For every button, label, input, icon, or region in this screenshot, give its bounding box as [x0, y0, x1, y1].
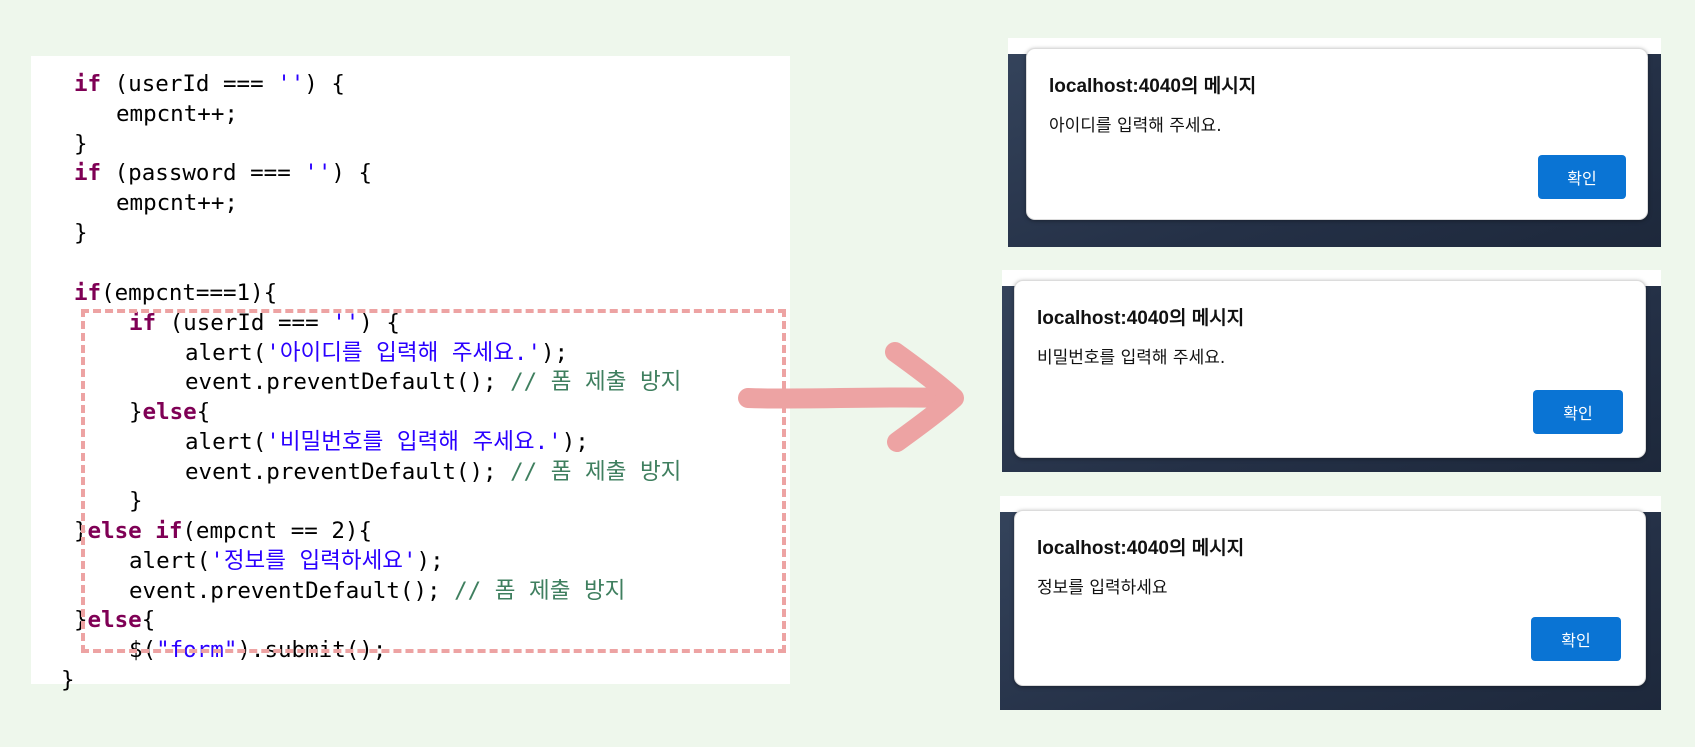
alert-dialog: localhost:4040의 메시지 비밀번호를 입력해 주세요. 확인: [1014, 280, 1646, 458]
code-line: }: [61, 665, 75, 695]
code-line: empcnt++;: [116, 188, 238, 218]
code-line: empcnt++;: [116, 99, 238, 129]
screenshot-alert-1: localhost:4040의 메시지 아이디를 입력해 주세요. 확인: [1008, 38, 1661, 247]
code-token: if: [74, 160, 102, 186]
code-token: }: [74, 220, 88, 246]
ok-button[interactable]: 확인: [1531, 617, 1621, 661]
dialog-title: localhost:4040의 메시지: [1037, 308, 1245, 329]
code-token: (userId ===: [101, 71, 278, 97]
alert-dialog: localhost:4040의 메시지 아이디를 입력해 주세요. 확인: [1026, 48, 1648, 220]
ok-button[interactable]: 확인: [1538, 155, 1626, 199]
code-token: '': [304, 160, 332, 186]
right-arrow-icon: [738, 342, 964, 452]
dialog-title: localhost:4040의 메시지: [1037, 538, 1245, 559]
code-token: if: [74, 71, 102, 97]
code-line: if (userId === '') {: [74, 69, 345, 99]
code-token: empcnt++;: [116, 101, 238, 127]
code-token: }: [61, 667, 75, 693]
dialog-title: localhost:4040의 메시지: [1049, 76, 1257, 97]
screenshot-alert-3: localhost:4040의 메시지 정보를 입력하세요 확인: [1000, 496, 1661, 710]
screenshot-alert-2: localhost:4040의 메시지 비밀번호를 입력해 주세요. 확인: [1002, 270, 1661, 472]
code-line: }: [74, 218, 88, 248]
dialog-message: 비밀번호를 입력해 주세요.: [1037, 348, 1226, 368]
code-token: (empcnt===1){: [101, 280, 278, 306]
code-line: }: [74, 129, 88, 159]
code-line: if (password === '') {: [74, 158, 372, 188]
dialog-message: 정보를 입력하세요: [1037, 578, 1168, 598]
code-line: if(empcnt===1){: [74, 278, 277, 308]
code-token: }: [74, 131, 88, 157]
alert-dialog: localhost:4040의 메시지 정보를 입력하세요 확인: [1014, 510, 1646, 686]
code-token: empcnt++;: [116, 190, 238, 216]
highlight-dashed-box: [81, 309, 786, 653]
code-token: ) {: [304, 71, 345, 97]
code-panel: if (userId === '') {empcnt++;} if (passwo…: [31, 56, 790, 693]
code-token: (password ===: [101, 160, 305, 186]
code-token: ) {: [331, 160, 373, 186]
dialog-message: 아이디를 입력해 주세요.: [1049, 116, 1222, 136]
code-token: '': [277, 71, 305, 97]
code-token: if: [74, 280, 102, 306]
ok-button[interactable]: 확인: [1533, 390, 1623, 434]
